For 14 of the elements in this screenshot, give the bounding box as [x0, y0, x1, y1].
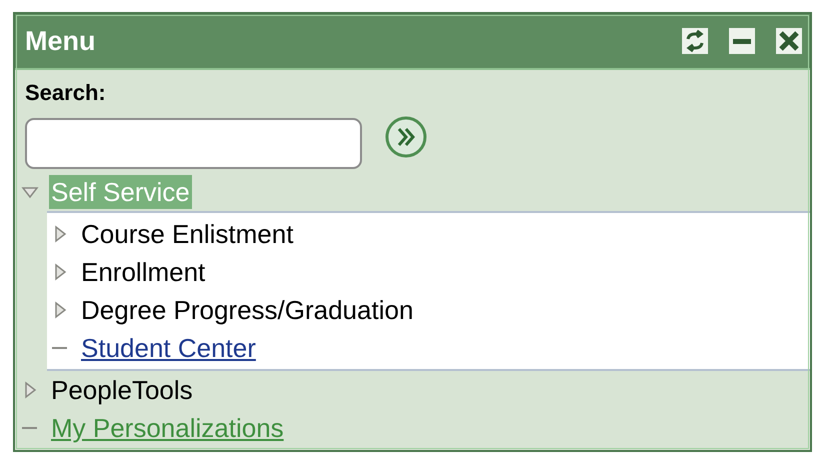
minimize-icon[interactable] [729, 28, 755, 54]
menu-link[interactable]: Student Center [79, 331, 258, 365]
menu-folder[interactable]: Enrollment [79, 255, 208, 289]
search-field[interactable] [25, 118, 362, 169]
dash-icon [52, 347, 67, 349]
menu-folder[interactable]: Course Enlistment [79, 217, 296, 251]
refresh-icon[interactable] [682, 28, 708, 54]
go-icon[interactable] [384, 115, 428, 159]
close-icon[interactable] [776, 28, 802, 54]
search-label: Search: [25, 80, 107, 106]
window-title: Menu [25, 26, 96, 56]
menu-folder[interactable]: Degree Progress/Graduation [79, 293, 416, 327]
dash-icon [22, 427, 37, 429]
menu-folder[interactable]: PeopleTools [49, 373, 195, 407]
